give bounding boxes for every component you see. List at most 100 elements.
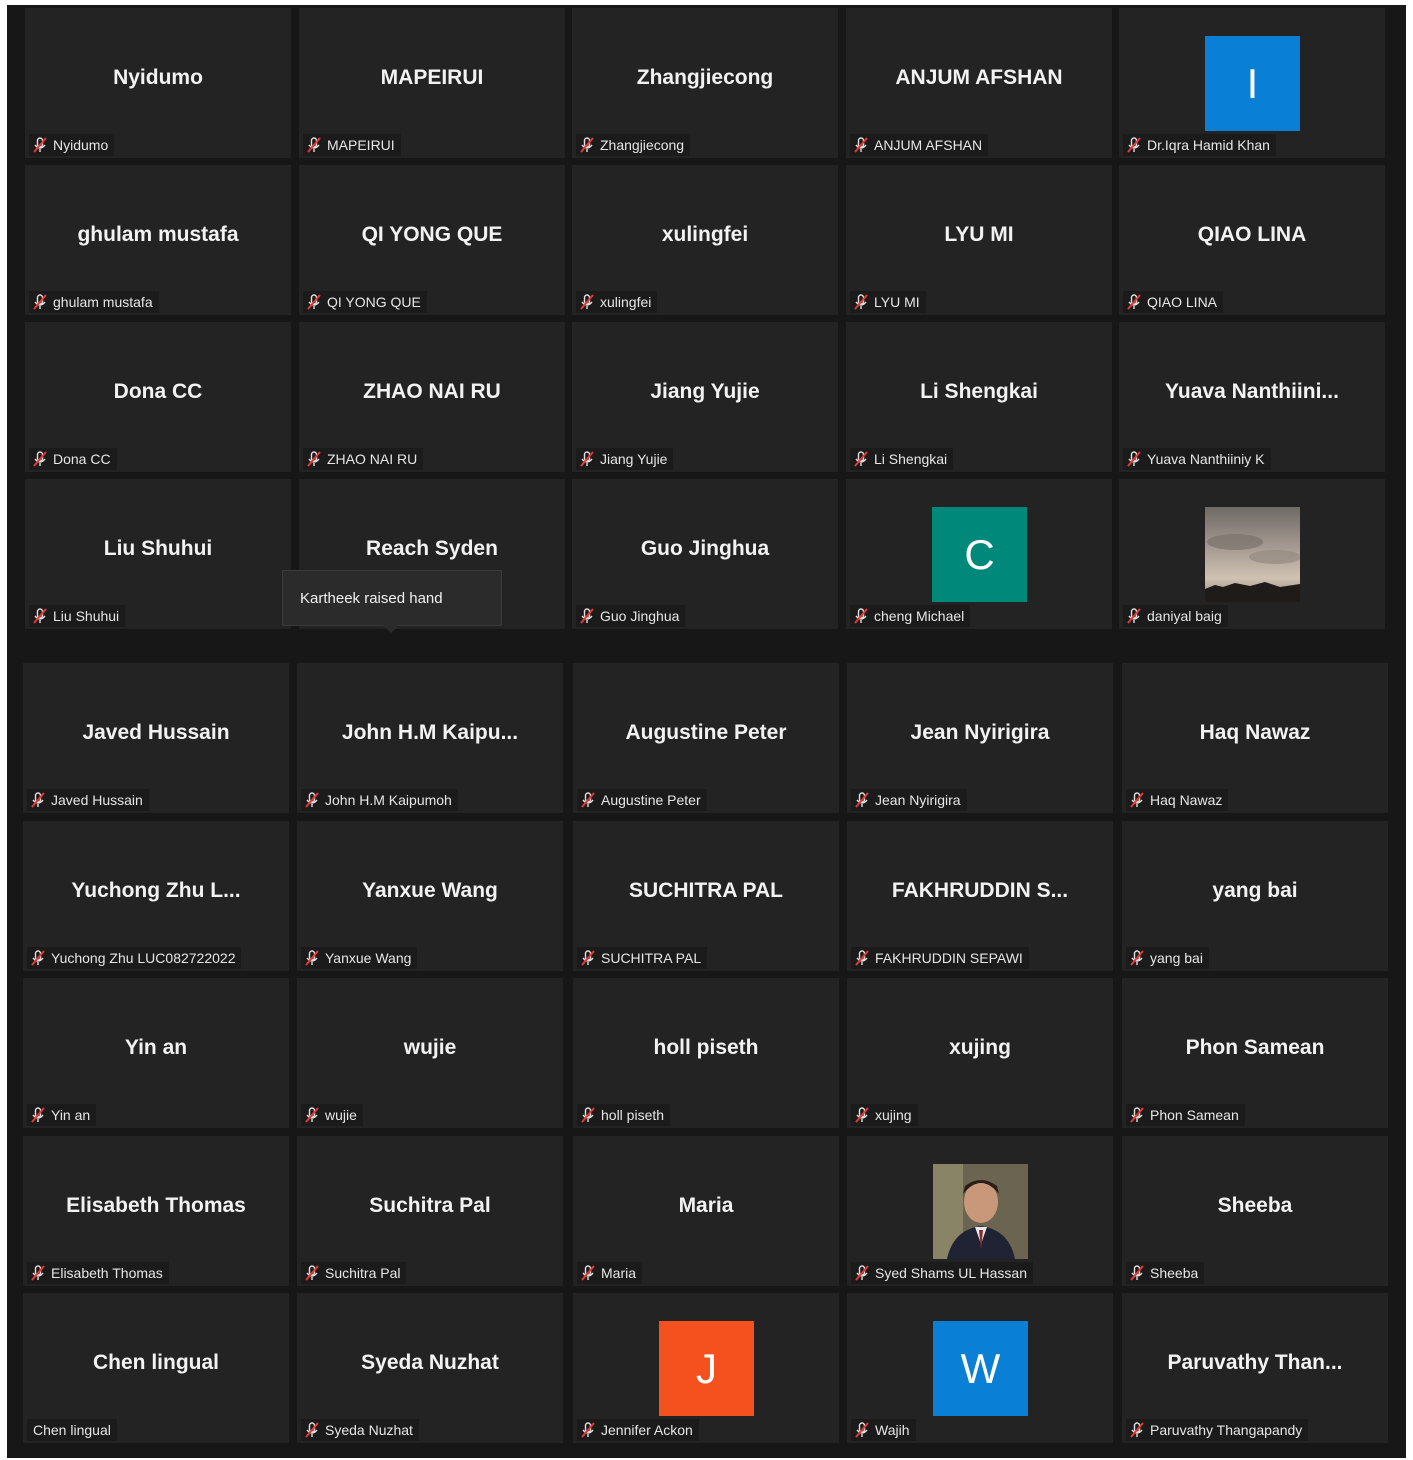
participant-name-tag: Li Shengkai bbox=[850, 448, 954, 470]
participant-tile[interactable]: yang bai yang bai bbox=[1122, 821, 1388, 971]
participant-name-label: Zhangjiecong bbox=[600, 137, 685, 153]
participant-tile[interactable]: Phon Samean Phon Samean bbox=[1122, 978, 1388, 1128]
participant-display-name: wujie bbox=[403, 1036, 457, 1059]
participant-name-label: Jean Nyirigira bbox=[875, 792, 961, 808]
participant-tile[interactable]: Syed Shams UL Hassan bbox=[847, 1136, 1113, 1286]
mic-muted-icon bbox=[1125, 293, 1143, 311]
participant-tile[interactable]: daniyal baig bbox=[1119, 479, 1385, 629]
participant-tile[interactable]: xujing xujing bbox=[847, 978, 1113, 1128]
participant-name-label: Sheeba bbox=[1150, 1265, 1199, 1281]
participant-name-tag: Liu Shuhui bbox=[29, 605, 126, 627]
participant-tile[interactable]: Jean Nyirigira Jean Nyirigira bbox=[847, 663, 1113, 813]
participant-tile[interactable]: SUCHITRA PAL SUCHITRA PAL bbox=[573, 821, 839, 971]
participant-tile[interactable]: holl piseth holl piseth bbox=[573, 978, 839, 1128]
participant-name-label: MAPEIRUI bbox=[327, 137, 395, 153]
participant-name-label: ANJUM AFSHAN bbox=[874, 137, 983, 153]
participant-tile[interactable]: I Dr.Iqra Hamid Khan bbox=[1119, 8, 1385, 158]
participant-name-label: holl piseth bbox=[601, 1107, 665, 1123]
participant-name-tag: Suchitra Pal bbox=[301, 1262, 407, 1284]
participant-tile[interactable]: QI YONG QUE QI YONG QUE bbox=[299, 165, 565, 315]
participant-tile[interactable]: Jiang Yujie Jiang Yujie bbox=[572, 322, 838, 472]
participant-name-label: Li Shengkai bbox=[874, 451, 948, 467]
participant-tile[interactable]: QIAO LINA QIAO LINA bbox=[1119, 165, 1385, 315]
mic-muted-icon bbox=[31, 607, 49, 625]
participant-tile[interactable]: Elisabeth Thomas Elisabeth Thomas bbox=[23, 1136, 289, 1286]
participant-tile[interactable]: Syeda Nuzhat Syeda Nuzhat bbox=[297, 1293, 563, 1443]
avatar: I bbox=[1205, 36, 1300, 131]
participant-tile[interactable]: ZHAO NAI RU ZHAO NAI RU bbox=[299, 322, 565, 472]
participant-tile[interactable]: ANJUM AFSHAN ANJUM AFSHAN bbox=[846, 8, 1112, 158]
participant-display-name: LYU MI bbox=[944, 223, 1014, 246]
participant-tile[interactable]: MAPEIRUI MAPEIRUI bbox=[299, 8, 565, 158]
participant-tile[interactable]: Li Shengkai Li Shengkai bbox=[846, 322, 1112, 472]
participant-name-tag: Syed Shams UL Hassan bbox=[851, 1262, 1033, 1284]
participant-name-tag: QI YONG QUE bbox=[303, 291, 427, 313]
participant-tile[interactable]: LYU MI LYU MI bbox=[846, 165, 1112, 315]
mic-muted-icon bbox=[579, 1421, 597, 1439]
participant-tile[interactable]: FAKHRUDDIN S... FAKHRUDDIN SEPAWI bbox=[847, 821, 1113, 971]
participant-display-name: Maria bbox=[678, 1194, 734, 1217]
participant-tile[interactable]: Chen lingual Chen lingual bbox=[23, 1293, 289, 1443]
participant-tile[interactable]: Yuava Nanthiini... Yuava Nanthiiniy K bbox=[1119, 322, 1385, 472]
participant-tile[interactable]: J Jennifer Ackon bbox=[573, 1293, 839, 1443]
participant-name-tag: Yin an bbox=[27, 1104, 97, 1126]
mic-muted-icon bbox=[853, 1106, 871, 1124]
participant-tile[interactable]: W Wajih bbox=[847, 1293, 1113, 1443]
participant-tile[interactable]: Paruvathy Than... Paruvathy Thangapandy bbox=[1122, 1293, 1388, 1443]
participant-name-label: wujie bbox=[325, 1107, 357, 1123]
participant-name-label: Wajih bbox=[875, 1422, 910, 1438]
tooltip-text: Kartheek raised hand bbox=[300, 589, 443, 607]
participant-name-tag: Augustine Peter bbox=[577, 789, 707, 811]
participant-tile[interactable]: Yuchong Zhu L... Yuchong Zhu LUC082722022 bbox=[23, 821, 289, 971]
participant-tile[interactable]: John H.M Kaipu... John H.M Kaipumoh bbox=[297, 663, 563, 813]
participant-tile[interactable]: Haq Nawaz Haq Nawaz bbox=[1122, 663, 1388, 813]
mic-muted-icon bbox=[31, 450, 49, 468]
participant-tile[interactable]: Augustine Peter Augustine Peter bbox=[573, 663, 839, 813]
participant-name-tag: Jennifer Ackon bbox=[577, 1419, 699, 1441]
participant-name-label: Yuava Nanthiiniy K bbox=[1147, 451, 1265, 467]
mic-muted-icon bbox=[303, 791, 321, 809]
participant-tile[interactable]: ghulam mustafa ghulam mustafa bbox=[25, 165, 291, 315]
mic-muted-icon bbox=[1125, 607, 1143, 625]
participant-name-tag: Wajih bbox=[851, 1419, 916, 1441]
participant-tile[interactable]: Javed Hussain Javed Hussain bbox=[23, 663, 289, 813]
participant-tile[interactable]: Sheeba Sheeba bbox=[1122, 1136, 1388, 1286]
participant-name-label: xujing bbox=[875, 1107, 912, 1123]
participant-name-label: LYU MI bbox=[874, 294, 920, 310]
participant-display-name: yang bai bbox=[1212, 879, 1298, 902]
participant-tile[interactable]: Nyidumo Nyidumo bbox=[25, 8, 291, 158]
participant-display-name: MAPEIRUI bbox=[380, 66, 484, 89]
participant-name-tag: Jean Nyirigira bbox=[851, 789, 967, 811]
participant-gallery: Nyidumo Nyidumo MAPEIRUI MAPEIRUI Zhangjieco… bbox=[7, 5, 1406, 1458]
participant-display-name: Nyidumo bbox=[113, 66, 203, 89]
participant-display-name: ghulam mustafa bbox=[77, 223, 239, 246]
participant-display-name: Phon Samean bbox=[1185, 1036, 1325, 1059]
participant-tile[interactable]: Yin an Yin an bbox=[23, 978, 289, 1128]
participant-display-name: Javed Hussain bbox=[82, 721, 230, 744]
mic-muted-icon bbox=[578, 607, 596, 625]
participant-display-name: Augustine Peter bbox=[625, 721, 787, 744]
participant-name-tag: Paruvathy Thangapandy bbox=[1126, 1419, 1309, 1441]
participant-tile[interactable]: Ccheng Michael bbox=[846, 479, 1112, 629]
participant-name-tag: Guo Jinghua bbox=[576, 605, 686, 627]
participant-tile[interactable]: Guo Jinghua Guo Jinghua bbox=[572, 479, 838, 629]
participant-tile[interactable]: Liu Shuhui Liu Shuhui bbox=[25, 479, 291, 629]
mic-muted-icon bbox=[1125, 450, 1143, 468]
mic-muted-icon bbox=[1128, 791, 1146, 809]
participant-tile[interactable]: wujie wujie bbox=[297, 978, 563, 1128]
participant-tile[interactable]: xulingfei xulingfei bbox=[572, 165, 838, 315]
participant-tile[interactable]: Dona CC Dona CC bbox=[25, 322, 291, 472]
participant-tile[interactable]: Yanxue Wang Yanxue Wang bbox=[297, 821, 563, 971]
participant-name-label: SUCHITRA PAL bbox=[601, 950, 702, 966]
participant-tile[interactable]: Maria Maria bbox=[573, 1136, 839, 1286]
participant-tile[interactable]: Suchitra Pal Suchitra Pal bbox=[297, 1136, 563, 1286]
participant-tile[interactable]: Zhangjiecong Zhangjiecong bbox=[572, 8, 838, 158]
participant-name-label: cheng Michael bbox=[874, 608, 965, 624]
participant-name-tag: Yuchong Zhu LUC082722022 bbox=[27, 947, 242, 969]
participant-name-label: Dr.Iqra Hamid Khan bbox=[1147, 137, 1270, 153]
mic-muted-icon bbox=[1128, 1421, 1146, 1439]
mic-muted-icon bbox=[1128, 949, 1146, 967]
participant-name-tag: Phon Samean bbox=[1126, 1104, 1245, 1126]
participant-display-name: SUCHITRA PAL bbox=[629, 879, 783, 902]
mic-muted-icon bbox=[579, 791, 597, 809]
